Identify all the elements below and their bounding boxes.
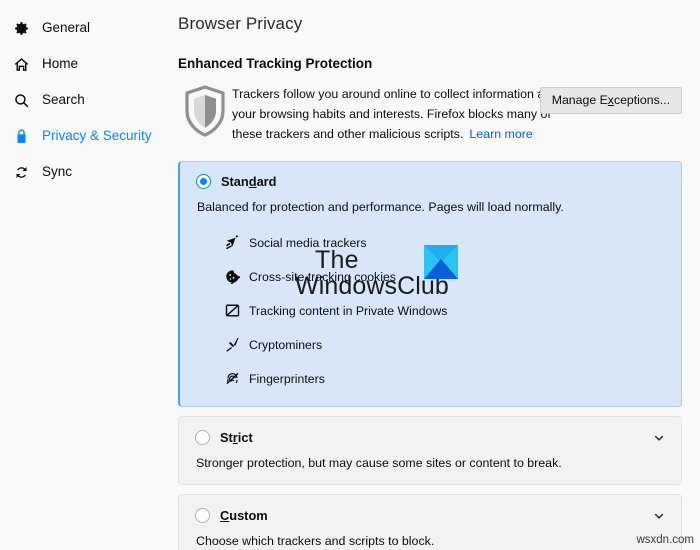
option-title-strict: Strict bbox=[220, 430, 253, 445]
shield-icon bbox=[183, 85, 227, 142]
sidebar-nav: General Home Search Privacy & Security S… bbox=[0, 0, 160, 550]
site-credit-watermark: wsxdn.com bbox=[636, 534, 694, 546]
option-card-standard[interactable]: Standard Balanced for protection and per… bbox=[178, 161, 682, 407]
sidebar-item-general[interactable]: General bbox=[0, 10, 160, 46]
option-header-standard: Standard bbox=[196, 174, 665, 189]
sidebar-item-label: Privacy & Security bbox=[42, 128, 152, 144]
blocked-item-cryptominers: Cryptominers bbox=[224, 333, 665, 356]
sidebar-item-sync[interactable]: Sync bbox=[0, 154, 160, 190]
sidebar-item-label: Home bbox=[42, 56, 79, 72]
option-title-custom-accesskey: C bbox=[220, 508, 230, 523]
preferences-window: General Home Search Privacy & Security S… bbox=[0, 0, 700, 550]
sidebar-item-label: Sync bbox=[42, 164, 73, 180]
blocked-item-tracking-content-private-windows: Tracking content in Private Windows bbox=[224, 299, 665, 322]
sidebar-item-label: General bbox=[42, 20, 91, 36]
radio-custom[interactable] bbox=[195, 508, 210, 523]
search-icon bbox=[12, 91, 30, 109]
option-header-custom: Custom bbox=[195, 508, 665, 523]
blocked-item-cross-site-tracking-cookies: Cross-site tracking cookies bbox=[224, 265, 665, 288]
sidebar-item-label: Search bbox=[42, 92, 85, 108]
option-description-custom: Choose which trackers and scripts to blo… bbox=[196, 534, 435, 548]
blocked-item-label: Fingerprinters bbox=[249, 371, 325, 386]
sync-icon bbox=[12, 163, 30, 181]
social-media-tracker-icon bbox=[224, 235, 240, 251]
shield-icon-wrapper bbox=[178, 83, 232, 142]
gear-icon bbox=[12, 19, 30, 37]
blocked-item-social-media-trackers: Social media trackers bbox=[224, 231, 665, 254]
option-title-custom: Custom bbox=[220, 508, 268, 523]
option-title-custom-after: ustom bbox=[229, 508, 268, 523]
page-title: Browser Privacy bbox=[178, 14, 303, 33]
blocked-items-list-standard: Social media trackers Cross-site trackin… bbox=[224, 231, 665, 390]
manage-exceptions-label-after: ceptions... bbox=[613, 93, 670, 107]
protection-level-options: Standard Balanced for protection and per… bbox=[178, 161, 682, 550]
etp-description: Trackers follow you around online to col… bbox=[232, 83, 572, 144]
sidebar-item-search[interactable]: Search bbox=[0, 82, 160, 118]
fingerprinter-icon bbox=[224, 371, 240, 387]
lock-icon bbox=[12, 127, 30, 145]
option-description-standard: Balanced for protection and performance.… bbox=[197, 200, 564, 214]
sidebar-item-home[interactable]: Home bbox=[0, 46, 160, 82]
option-title-standard-before: Stan bbox=[221, 174, 249, 189]
option-title-strict-after: ict bbox=[237, 430, 253, 445]
manage-exceptions-label-before: Manage E bbox=[551, 93, 608, 107]
option-title-strict-before: St bbox=[220, 430, 233, 445]
option-title-standard-accesskey: d bbox=[248, 174, 257, 189]
option-title-standard: Standard bbox=[221, 174, 276, 189]
blocked-item-label: Cryptominers bbox=[249, 337, 323, 352]
option-card-strict[interactable]: Strict Stronger protection, but may caus… bbox=[178, 416, 682, 485]
option-description-strict: Stronger protection, but may cause some … bbox=[196, 456, 562, 470]
blocked-item-fingerprinters: Fingerprinters bbox=[224, 367, 665, 390]
option-card-custom[interactable]: Custom Choose which trackers and scripts… bbox=[178, 494, 682, 550]
option-title-standard-after: ard bbox=[256, 174, 277, 189]
blocked-item-label: Social media trackers bbox=[249, 235, 367, 250]
chevron-down-icon[interactable] bbox=[653, 431, 665, 443]
sidebar-item-privacy-security[interactable]: Privacy & Security bbox=[0, 118, 160, 154]
cookie-icon bbox=[224, 269, 240, 285]
radio-strict[interactable] bbox=[195, 430, 210, 445]
radio-standard[interactable] bbox=[196, 174, 211, 189]
main-content: Browser Privacy Enhanced Tracking Protec… bbox=[160, 0, 700, 550]
learn-more-link[interactable]: Learn more bbox=[469, 127, 532, 141]
chevron-down-icon[interactable] bbox=[653, 509, 665, 521]
home-icon bbox=[12, 55, 30, 73]
tracking-content-icon bbox=[224, 303, 240, 319]
cryptominer-icon bbox=[224, 337, 240, 353]
option-header-strict: Strict bbox=[195, 430, 665, 445]
blocked-item-label: Cross-site tracking cookies bbox=[249, 269, 396, 284]
etp-description-row: Trackers follow you around online to col… bbox=[178, 83, 682, 147]
blocked-item-label: Tracking content in Private Windows bbox=[249, 303, 448, 318]
section-title-enhanced-tracking-protection: Enhanced Tracking Protection bbox=[178, 56, 373, 71]
manage-exceptions-button[interactable]: Manage Exceptions... bbox=[539, 87, 682, 114]
